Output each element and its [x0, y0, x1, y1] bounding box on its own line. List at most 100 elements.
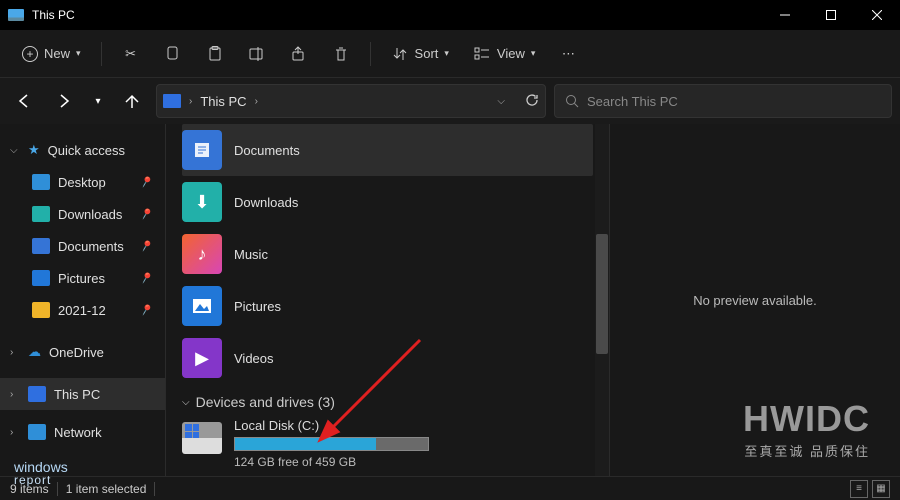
sidebar-item-pictures[interactable]: Pictures 📍 [0, 262, 165, 294]
pin-icon: 📍 [137, 237, 155, 255]
up-button[interactable] [116, 85, 148, 117]
videos-icon: ▶ [182, 338, 222, 378]
rename-icon [248, 45, 266, 63]
sidebar-label: Desktop [58, 175, 106, 190]
sidebar-item-2021-12[interactable]: 2021-12 📍 [0, 294, 165, 326]
trash-icon [332, 45, 350, 63]
copy-icon [164, 45, 182, 63]
cut-icon: ✂ [122, 45, 140, 63]
this-pc-icon [8, 9, 24, 21]
navigation-row: ▾ › This PC › ⌵ [0, 78, 900, 124]
cut-button[interactable]: ✂ [112, 37, 150, 71]
refresh-button[interactable] [525, 93, 539, 110]
sort-label: Sort [415, 46, 439, 61]
folder-downloads[interactable]: ⬇ Downloads [182, 176, 593, 228]
pictures-icon [182, 286, 222, 326]
sidebar-label: Documents [58, 239, 124, 254]
toolbar: + New ▾ ✂ Sort ▾ View ▾ ⋯ [0, 30, 900, 78]
new-button[interactable]: + New ▾ [12, 37, 91, 71]
this-pc-icon [28, 386, 46, 402]
sidebar-label: Quick access [48, 143, 125, 158]
sidebar-item-downloads[interactable]: Downloads 📍 [0, 198, 165, 230]
sidebar-label: OneDrive [49, 345, 104, 360]
details-view-icon: ≡ [856, 483, 862, 494]
downloads-icon [32, 206, 50, 222]
tiles-view-icon: ▦ [876, 483, 885, 494]
paste-button[interactable] [196, 37, 234, 71]
window-title: This PC [32, 8, 762, 22]
tiles-view-button[interactable]: ▦ [872, 480, 890, 498]
recent-locations-button[interactable]: ▾ [88, 85, 108, 117]
vertical-scrollbar[interactable] [595, 124, 609, 476]
desktop-icon [32, 174, 50, 190]
details-view-button[interactable]: ≡ [850, 480, 868, 498]
delete-button[interactable] [322, 37, 360, 71]
folder-label: Downloads [234, 195, 298, 210]
maximize-icon [826, 10, 836, 20]
status-selected-count: 1 item selected [66, 482, 147, 496]
breadcrumb-location[interactable]: This PC [200, 94, 246, 109]
chevron-right-icon: › [10, 427, 20, 438]
chevron-right-icon: › [10, 347, 20, 358]
address-bar[interactable]: › This PC › ⌵ [156, 84, 546, 118]
share-icon [290, 45, 308, 63]
content-area: Documents ⬇ Downloads ♪ Music Pictures ▶… [165, 124, 610, 476]
chevron-down-icon: ▾ [76, 48, 81, 59]
maximize-button[interactable] [808, 0, 854, 30]
more-icon: ⋯ [559, 45, 577, 63]
scrollbar-thumb[interactable] [596, 234, 608, 354]
forward-button[interactable] [48, 85, 80, 117]
sidebar-label: This PC [54, 387, 100, 402]
pin-icon: 📍 [137, 269, 155, 287]
chevron-down-icon[interactable]: ⌵ [497, 96, 505, 107]
more-button[interactable]: ⋯ [549, 37, 587, 71]
chevron-down-icon: ⌵ [182, 397, 190, 408]
status-bar: 9 items 1 item selected ≡ ▦ [0, 476, 900, 500]
sidebar-item-this-pc[interactable]: › This PC [0, 378, 165, 410]
titlebar: This PC [0, 0, 900, 30]
view-icon [473, 45, 491, 63]
group-header-devices[interactable]: ⌵ Devices and drives (3) [166, 384, 609, 414]
downloads-icon: ⬇ [182, 182, 222, 222]
sidebar-item-desktop[interactable]: Desktop 📍 [0, 166, 165, 198]
plus-circle-icon: + [22, 46, 38, 62]
folder-pictures[interactable]: Pictures [182, 280, 593, 332]
drive-local-disk-c[interactable]: Local Disk (C:) 124 GB free of 459 GB [166, 414, 609, 473]
folder-documents[interactable]: Documents [182, 124, 593, 176]
close-button[interactable] [854, 0, 900, 30]
navigation-pane: ⌵ ★ Quick access Desktop 📍 Downloads 📍 D… [0, 124, 165, 476]
preview-empty-text: No preview available. [693, 293, 817, 308]
close-icon [872, 10, 882, 20]
music-icon: ♪ [182, 234, 222, 274]
sidebar-label: 2021-12 [58, 303, 106, 318]
chevron-down-icon: ▾ [444, 48, 449, 59]
sidebar-item-quick-access[interactable]: ⌵ ★ Quick access [0, 134, 165, 166]
drive-name: Local Disk (C:) [234, 418, 319, 433]
sidebar-item-documents[interactable]: Documents 📍 [0, 230, 165, 262]
back-button[interactable] [8, 85, 40, 117]
chevron-down-icon: ▾ [531, 48, 536, 59]
rename-button[interactable] [238, 37, 276, 71]
search-box[interactable] [554, 84, 892, 118]
toolbar-separator [370, 42, 371, 66]
folder-label: Music [234, 247, 268, 262]
chevron-down-icon: ⌵ [10, 145, 20, 156]
view-button[interactable]: View ▾ [463, 37, 545, 71]
share-button[interactable] [280, 37, 318, 71]
drive-usage-bar [234, 437, 429, 451]
search-input[interactable] [587, 94, 881, 109]
minimize-button[interactable] [762, 0, 808, 30]
arrow-up-icon [125, 94, 139, 108]
sidebar-item-onedrive[interactable]: › ☁ OneDrive [0, 336, 165, 368]
drive-free-text: 124 GB free of 459 GB [234, 455, 593, 469]
pictures-icon [32, 270, 50, 286]
folder-videos[interactable]: ▶ Videos [182, 332, 593, 384]
sort-button[interactable]: Sort ▾ [381, 37, 459, 71]
sidebar-item-network[interactable]: › Network [0, 416, 165, 448]
drive-usage-fill [235, 438, 376, 450]
folder-music[interactable]: ♪ Music [182, 228, 593, 280]
watermark-cn: 至真至诚 品质保住 [744, 441, 870, 460]
group-label: Devices and drives (3) [196, 394, 335, 410]
folder-icon [32, 302, 50, 318]
copy-button[interactable] [154, 37, 192, 71]
